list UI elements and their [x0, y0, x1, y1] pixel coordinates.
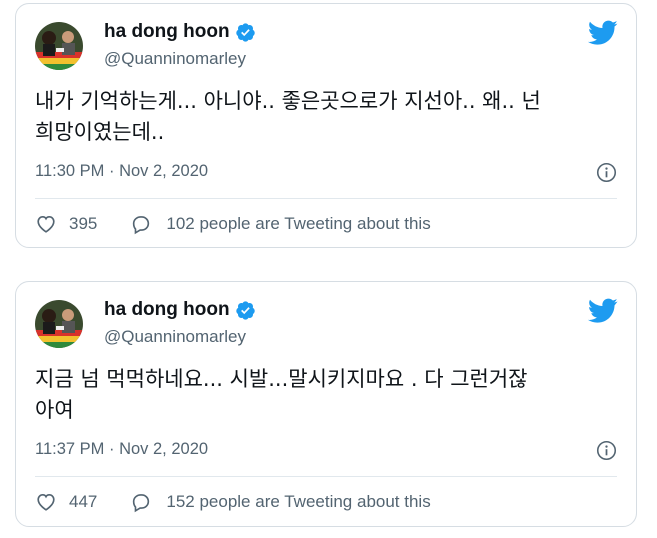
avatar[interactable]	[35, 300, 83, 348]
twitter-bird-icon[interactable]	[588, 20, 618, 46]
author-row[interactable]: ha dong hoon	[104, 20, 256, 44]
tweet-timestamp[interactable]: 11:37 PM · Nov 2, 2020	[35, 440, 208, 459]
info-icon[interactable]	[596, 162, 617, 183]
tweet-actions: 447 152 people are Tweeting about this	[35, 487, 431, 517]
tweet-card[interactable]: ha dong hoon @Quanninomarley 지금 넘 먹먹하네요.…	[15, 281, 637, 527]
divider	[35, 476, 617, 477]
twitter-bird-icon[interactable]	[588, 298, 618, 324]
info-icon[interactable]	[596, 440, 617, 461]
author-row[interactable]: ha dong hoon	[104, 298, 256, 322]
like-count[interactable]: 395	[69, 214, 97, 234]
tweet-card[interactable]: ha dong hoon @Quanninomarley 내가 기억하는게...…	[15, 3, 637, 248]
discussion-link[interactable]: 102 people are Tweeting about this	[166, 214, 430, 234]
author-display-name[interactable]: ha dong hoon	[104, 21, 230, 43]
author-display-name[interactable]: ha dong hoon	[104, 299, 230, 321]
discussion-link[interactable]: 152 people are Tweeting about this	[166, 492, 430, 512]
tweet-text: 내가 기억하는게... 아니야.. 좋은곳으로가 지선아.. 왜.. 넌 희망이…	[35, 89, 541, 144]
speech-bubble-icon[interactable]	[130, 491, 152, 513]
divider	[35, 198, 617, 199]
heart-icon[interactable]	[35, 213, 57, 235]
tweet-text: 지금 넘 먹먹하네요... 시발...말시키지마요 . 다 그런거잖 아여	[35, 367, 528, 422]
verified-badge-icon	[235, 22, 255, 42]
avatar[interactable]	[35, 22, 83, 70]
speech-bubble-icon[interactable]	[130, 213, 152, 235]
author-handle[interactable]: @Quanninomarley	[104, 327, 246, 347]
tweet-actions: 395 102 people are Tweeting about this	[35, 209, 431, 239]
tweet-timestamp[interactable]: 11:30 PM · Nov 2, 2020	[35, 162, 208, 181]
like-count[interactable]: 447	[69, 492, 97, 512]
author-handle[interactable]: @Quanninomarley	[104, 49, 246, 69]
verified-badge-icon	[235, 300, 255, 320]
heart-icon[interactable]	[35, 491, 57, 513]
